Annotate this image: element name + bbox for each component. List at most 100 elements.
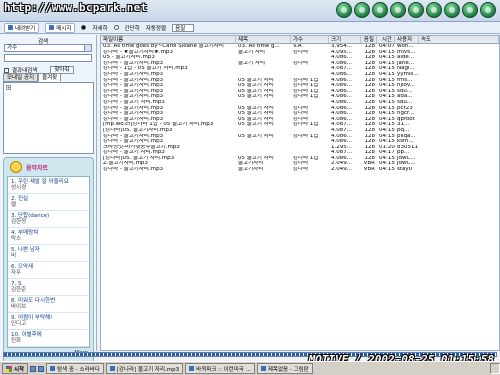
favorites-tree[interactable]: + (3, 82, 94, 154)
search-type-value: 가수 (7, 45, 18, 51)
cell-size: 2.049... (331, 167, 352, 173)
chart-header: 음악차트 (4, 158, 93, 176)
window-controls (336, 2, 496, 18)
cell-artist: 강나라 (293, 167, 309, 173)
chart-item[interactable]: 7. S 김한준 (8, 279, 89, 296)
view-simple-label: 간단히 (124, 25, 140, 32)
chart-item[interactable]: 5. 나쁜 남자 비 (8, 245, 89, 262)
cell-bitrate: VBR (363, 167, 375, 173)
chart-item[interactable]: 4. 부메랑쳐 탁스 (8, 228, 89, 245)
chart-artist: 렐 (11, 202, 17, 208)
windows-logo-icon (6, 365, 12, 372)
app-icon (50, 366, 56, 371)
download-label: 내려받기 (15, 25, 36, 32)
app-icon (109, 366, 115, 371)
round-button-3[interactable] (372, 2, 388, 18)
chart-artist: 김한정 (11, 219, 27, 225)
view-detail-radio[interactable] (81, 25, 87, 30)
app-icon (260, 366, 266, 371)
view-simple-radio[interactable] (113, 25, 119, 30)
round-button-5[interactable] (408, 2, 424, 18)
in-results-checkbox[interactable] (4, 67, 9, 73)
round-button-4[interactable] (390, 2, 406, 18)
start-label: 시작 (14, 366, 25, 373)
chart-item[interactable]: 6. 으악새 자우 (8, 262, 89, 279)
chevron-down-icon[interactable] (84, 45, 91, 51)
results-table: 파일이름 제목 가수 크기 음질 시간 사용자 속도 03. As time g… (100, 35, 500, 351)
chart-item[interactable]: 3. 단합(dance) 김한정 (8, 211, 89, 228)
chart-artist: 김한준 (11, 287, 27, 293)
app-icon (189, 366, 195, 371)
quicklaunch-icon[interactable] (38, 365, 45, 372)
chart-item[interactable]: 9. 어쩜이 부탁해! 인디고 (8, 313, 89, 330)
cell-time: 04:15 (379, 167, 395, 173)
left-tabs: 모내일 공지 즐겨찾 (3, 73, 62, 82)
auto-sort-label: 자동정렬 (145, 25, 167, 32)
cell-user: stay0 (397, 167, 413, 173)
col-header-bitrate[interactable]: 음질 (361, 36, 377, 43)
chart-title: 음악차트 (26, 164, 49, 172)
round-button-9[interactable] (480, 2, 496, 18)
search-type-select[interactable]: 가수 (4, 44, 92, 52)
chart-item[interactable]: 2. 진실 렐 (8, 194, 89, 211)
tab-favorites[interactable]: 즐겨찾 (38, 73, 62, 82)
start-button[interactable]: 시작 (2, 363, 29, 374)
download-button[interactable]: 내려받기 (4, 22, 40, 33)
search-input[interactable] (4, 54, 92, 62)
chart-item[interactable]: 10. 이별후에 진화 (8, 330, 89, 347)
taskbar: 시작 탐색 중 - 소라바다 [강나라] 물고기 자리.mp3 바퀴파크 :: … (0, 361, 500, 375)
taskbar-item-label: 제목없음 - 그림판 (267, 366, 309, 373)
round-button-8[interactable] (462, 2, 478, 18)
auto-sort-select[interactable]: 음질 (172, 23, 195, 32)
col-header-size[interactable]: 크기 (329, 36, 361, 43)
taskbar-item[interactable]: [강나라] 물고기 자리.mp3 (105, 363, 184, 374)
chart-artist: 인디고 (11, 321, 27, 327)
chart-artist: 바이브 (11, 304, 27, 310)
chart-list: 1. 우린 제발 잘 어울리요 성시경 2. 진실 렐 3. 단합(dance) 김한… (7, 176, 90, 348)
taskbar-item[interactable]: 탐색 중 - 소라바다 (46, 363, 104, 374)
table-body: 03. As time goes by~Carol Sloane 물고기자리 03… (101, 44, 499, 173)
round-button-6[interactable] (426, 2, 442, 18)
col-header-title[interactable]: 제목 (236, 36, 291, 43)
system-tray (490, 363, 500, 374)
cell-title: 물고기자리 (238, 167, 264, 173)
message-icon (49, 25, 55, 30)
col-header-filename[interactable]: 파일이름 (101, 36, 236, 43)
taskbar-item-label: 바퀴파크 :: 이런미국 ... (196, 366, 251, 373)
music-chart-panel: 음악차트 1. 우린 제발 잘 어울리요 성시경 2. 진실 렐 3. 단합(dan… (3, 157, 94, 373)
cell-filename: 강나라 - 물고기자리.mp3 (103, 167, 164, 173)
taskbar-item[interactable]: 바퀴파크 :: 이런미국 ... (185, 363, 255, 374)
tree-expand-icon[interactable]: + (6, 85, 11, 90)
round-button-7[interactable] (444, 2, 460, 18)
cell-speed (419, 167, 499, 173)
message-button[interactable]: 메시지 (45, 22, 76, 33)
quicklaunch-icon[interactable] (30, 365, 37, 372)
table-row[interactable]: 강나라 - 물고기자리.mp3 물고기자리 강나라 2.049... VBR 04:15 s… (101, 167, 499, 173)
chart-item[interactable]: 8. 미워도 다시한번 바이브 (8, 296, 89, 313)
left-panel: 검색 가수 결과내검색 찾아줘 모내일 공지 즐겨찾 + 음악차트 1. 우린 … (0, 35, 97, 373)
round-button-2[interactable] (354, 2, 370, 18)
table-header: 파일이름 제목 가수 크기 음질 시간 사용자 속도 (101, 36, 499, 44)
download-icon (8, 25, 13, 30)
taskbar-item-label: 탐색 중 - 소라바다 (57, 366, 100, 373)
chart-item[interactable]: 1. 우린 제발 잘 어울리요 성시경 (8, 177, 89, 194)
mascot-icon (10, 161, 22, 173)
url-overlay: http://www.bcpark.net (4, 1, 148, 14)
chart-artist: 진화 (11, 338, 22, 344)
taskbar-item-label: [강나라] 물고기 자리.mp3 (116, 366, 180, 373)
chart-artist: 비 (11, 253, 17, 259)
col-header-speed[interactable]: 속도 (419, 36, 499, 43)
message-label: 메시지 (56, 25, 72, 32)
view-detail-label: 자세히 (92, 25, 108, 32)
col-header-time[interactable]: 시간 (377, 36, 395, 43)
round-button-1[interactable] (336, 2, 352, 18)
chart-artist: 자우 (11, 270, 22, 276)
tab-notice[interactable]: 모내일 공지 (3, 73, 39, 82)
chart-artist: 탁스 (11, 236, 22, 242)
taskbar-item[interactable]: 제목없음 - 그림판 (256, 363, 313, 374)
toolbar: 내려받기 메시지 자세히 간단히 자동정렬 음질 (0, 22, 500, 34)
col-header-user[interactable]: 사용자 (395, 36, 419, 43)
app-banner: http://www.bcpark.net (0, 0, 500, 22)
col-header-artist[interactable]: 가수 (291, 36, 329, 43)
chart-artist: 성시경 (11, 185, 27, 191)
